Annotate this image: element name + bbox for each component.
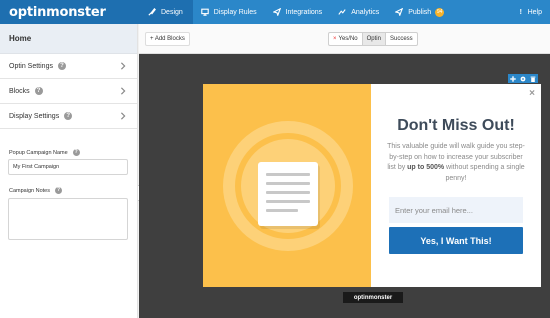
monitor-icon: [201, 8, 209, 16]
help-label: Help: [527, 8, 542, 16]
popup-illustration-panel: [203, 84, 371, 287]
optin-popup: × Don't Miss Out! This valuable guide wi…: [203, 84, 541, 287]
campaign-notes-label: Campaign Notes ?: [9, 187, 62, 194]
chevron-right-icon: [119, 112, 127, 120]
popup-content-panel: × Don't Miss Out! This valuable guide wi…: [371, 84, 541, 287]
footer-logo: optinmonster: [343, 292, 403, 303]
view-label: Success: [389, 36, 413, 42]
popup-tools: [508, 74, 538, 83]
nav-analytics-label: Analytics: [351, 8, 380, 16]
campaign-name-label: Popup Campaign Name ?: [9, 149, 80, 156]
add-blocks-button[interactable]: + Add Blocks: [145, 32, 190, 46]
sidebar: Home Optin Settings ? Blocks ? Display S…: [0, 24, 138, 318]
sidebar-item-optin-settings[interactable]: Optin Settings ?: [0, 54, 137, 79]
nav-display-rules-label: Display Rules: [213, 8, 257, 16]
campaign-name-input[interactable]: My First Campaign: [8, 159, 128, 175]
top-bar: optinmonster Design Display Rules Integr…: [0, 0, 550, 24]
send-icon: [272, 8, 281, 16]
info-icon[interactable]: ?: [54, 187, 62, 194]
main-nav: Design Display Rules Integrations Analyt…: [138, 0, 452, 24]
popup-body: This valuable guide will walk guide you …: [387, 142, 525, 184]
nav-publish-label: Publish: [408, 8, 432, 16]
info-icon[interactable]: ?: [57, 62, 66, 70]
builder-toolbar: + Add Blocks × Yes/No Optin Success: [139, 24, 550, 54]
info-icon[interactable]: ?: [72, 149, 80, 156]
sidebar-item-label: Display Settings: [9, 112, 60, 120]
brush-icon: [148, 8, 156, 16]
nav-display-rules[interactable]: Display Rules: [193, 0, 265, 24]
popup-body-text-end: without spending a single penny!: [444, 164, 525, 182]
gear-icon[interactable]: [518, 74, 528, 83]
sidebar-item-label: Blocks: [9, 87, 30, 95]
nav-design[interactable]: Design: [138, 0, 193, 24]
chart-icon: [338, 9, 346, 15]
popup-title: Don't Miss Out!: [397, 117, 515, 134]
view-yes-no[interactable]: × Yes/No: [329, 33, 363, 45]
send-icon: [395, 8, 404, 16]
email-field[interactable]: Enter your email here...: [389, 197, 523, 223]
app-logo[interactable]: optinmonster: [0, 0, 138, 24]
nav-publish[interactable]: Publish 94: [387, 0, 452, 24]
nav-integrations-label: Integrations: [285, 8, 323, 16]
close-icon[interactable]: ×: [529, 88, 535, 99]
popup-body-highlight: up to 500%: [407, 164, 445, 171]
document-icon: [258, 162, 318, 226]
sidebar-item-blocks[interactable]: Blocks ?: [0, 79, 137, 104]
chevron-right-icon: [119, 87, 127, 95]
help-link[interactable]: ! Help: [520, 0, 542, 24]
help-icon: !: [519, 8, 522, 16]
nav-analytics[interactable]: Analytics: [330, 0, 387, 24]
publish-badge: 94: [435, 7, 445, 17]
campaign-notes-textarea[interactable]: [8, 198, 128, 240]
view-success[interactable]: Success: [386, 33, 417, 45]
campaign-notes-label-text: Campaign Notes: [9, 187, 50, 194]
sidebar-home[interactable]: Home: [0, 24, 137, 54]
info-icon[interactable]: ?: [64, 112, 73, 120]
move-icon[interactable]: [508, 74, 518, 83]
view-label: Optin: [366, 36, 381, 42]
trash-icon[interactable]: [528, 74, 538, 83]
nav-integrations[interactable]: Integrations: [265, 0, 331, 24]
chevron-right-icon: [119, 62, 127, 70]
view-switcher: × Yes/No Optin Success: [328, 32, 418, 46]
campaign-name-label-text: Popup Campaign Name: [9, 149, 68, 156]
nav-design-label: Design: [161, 8, 183, 16]
sidebar-item-label: Optin Settings: [9, 62, 53, 70]
view-optin[interactable]: Optin: [362, 33, 386, 45]
sidebar-item-display-settings[interactable]: Display Settings ?: [0, 104, 137, 129]
yes-no-x-icon: ×: [333, 36, 337, 42]
view-label: Yes/No: [338, 36, 358, 42]
optin-submit-button[interactable]: Yes, I Want This!: [389, 227, 523, 254]
info-icon[interactable]: ?: [34, 87, 43, 95]
